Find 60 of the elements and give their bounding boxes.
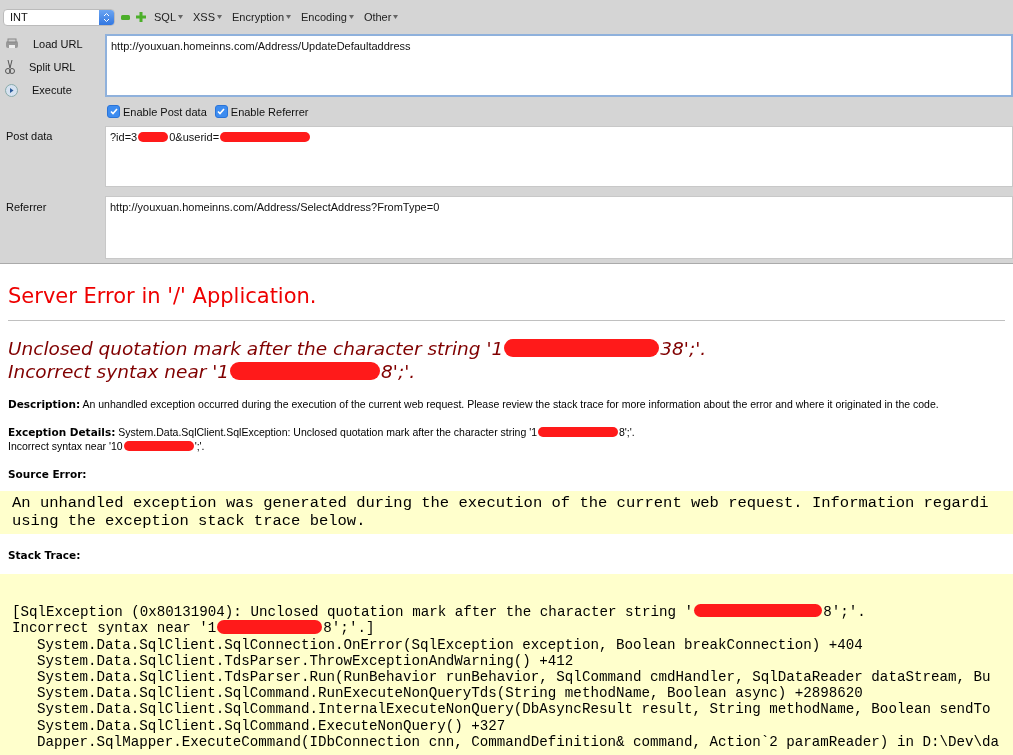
select-value: INT [10,11,28,23]
description-text: An unhandled exception occurred during the execution of the current web request. Please review the stack trace for more information about the error and where it originated in the code. [82,398,939,410]
error-message: 38';'. [660,338,707,359]
caret-icon [348,15,354,19]
stack-trace-text: 8';'. [823,604,866,621]
option-checkbox[interactable]: Enable Referrer [214,105,309,118]
stack-frame: System.Data.SqlClient.SqlConnection.OnError(SqlException exception, Boolean breakConnection) +404 [12,636,1001,653]
stack-frame: System.Data.SqlClient.SqlCommand.InternalExecuteNonQuery(DbAsyncResult result, String methodName, Boolean sendTo [12,701,1001,718]
field-text: 0&userid= [169,131,220,143]
section-label: Exception Details: [8,426,116,438]
stack-frame: System.Data.SqlClient.TdsParser.ThrowExceptionAndWarning() +412 [12,652,1001,669]
scissors-icon [5,59,15,75]
action-button[interactable]: Split URL [5,58,105,76]
redaction-mark [123,441,194,452]
caret-icon [286,15,291,19]
stack-trace-text: Incorrect syntax near '1 [12,620,217,637]
stack-trace-text: 8';'.] [323,620,375,637]
stepper-icon [99,9,114,25]
menu-button[interactable]: XSS [191,11,225,23]
error-message: Unclosed quotation mark after the character string '1 [8,338,504,359]
caret-icon [178,15,183,19]
checkbox[interactable] [107,105,120,118]
post-data-field[interactable]: ?id=3 0&userid= [105,126,1013,187]
caret-icon [393,15,399,19]
url-field[interactable]: http://youxuan.homeinns.com/Address/UpdateDefaultaddress [105,34,1013,97]
exception-text: 8';'. [619,426,635,438]
stack-trace-text: [SqlException (0x80131904): Unclosed quotation mark after the character string ' [12,604,694,621]
field-label: Referrer [5,200,48,215]
printer-icon [5,38,19,50]
field-label: Post data [5,129,54,144]
menu-button[interactable]: SQL [152,11,185,23]
caret-icon [217,15,223,19]
section-label: Stack Trace: [8,549,81,561]
referrer-field[interactable]: http://youxuan.homeinns.com/Address/SelectAddress?FromType=0 [105,196,1013,259]
stack-frame: Dapper.SqlMapper.ExecuteCommand(IDbConnection cnn, CommandDefinition& command, Action`2 paramReader) in D:\Dev\da [12,733,1001,750]
error-message: 8';'. [381,361,416,382]
stack-frame: System.Data.SqlClient.SqlCommand.ExecuteNonQuery() +327 [12,717,1001,734]
action-button[interactable]: Execute [5,81,105,99]
exception-text: Incorrect syntax near '10 [8,440,123,452]
field-text: ?id=3 [110,131,138,143]
stack-frame: System.Data.SqlClient.SqlCommand.RunExecuteNonQueryTds(String methodName, Boolean async) +2898620 [12,685,1001,702]
menu-button[interactable]: Encoding [299,11,356,23]
exception-text: System.Data.SqlClient.SqlException: Unclosed quotation mark after the character string '1 [118,426,537,438]
section-label: Source Error: [8,468,87,480]
action-button[interactable]: Load URL [5,35,105,53]
stack-frame: System.Data.SqlClient.TdsParser.Run(RunBehavior runBehavior, SqlCommand cmdHandler, SqlDataReader dataStream, Bu [12,668,1001,686]
menu-button[interactable]: Encryption [230,11,293,23]
section-label: Description: [8,398,81,410]
menu-button[interactable]: Other [361,11,401,23]
option-checkbox[interactable]: Enable Post data [107,105,207,118]
redaction-mark [138,131,169,143]
error-message: Incorrect syntax near '1 [8,361,230,382]
checkbox[interactable] [214,105,228,118]
play-icon [5,83,18,97]
exception-text: ';'. [194,440,205,452]
checkmark-icon [217,108,226,115]
type-select[interactable]: INT [3,8,115,26]
source-error-text: An unhandled exception was generated during the execution of the current web request. Information regardi using the exception stack trace below. [0,491,1013,534]
page-title: Server Error in '/' Application. [8,284,1005,321]
checkmark-icon [109,108,118,115]
